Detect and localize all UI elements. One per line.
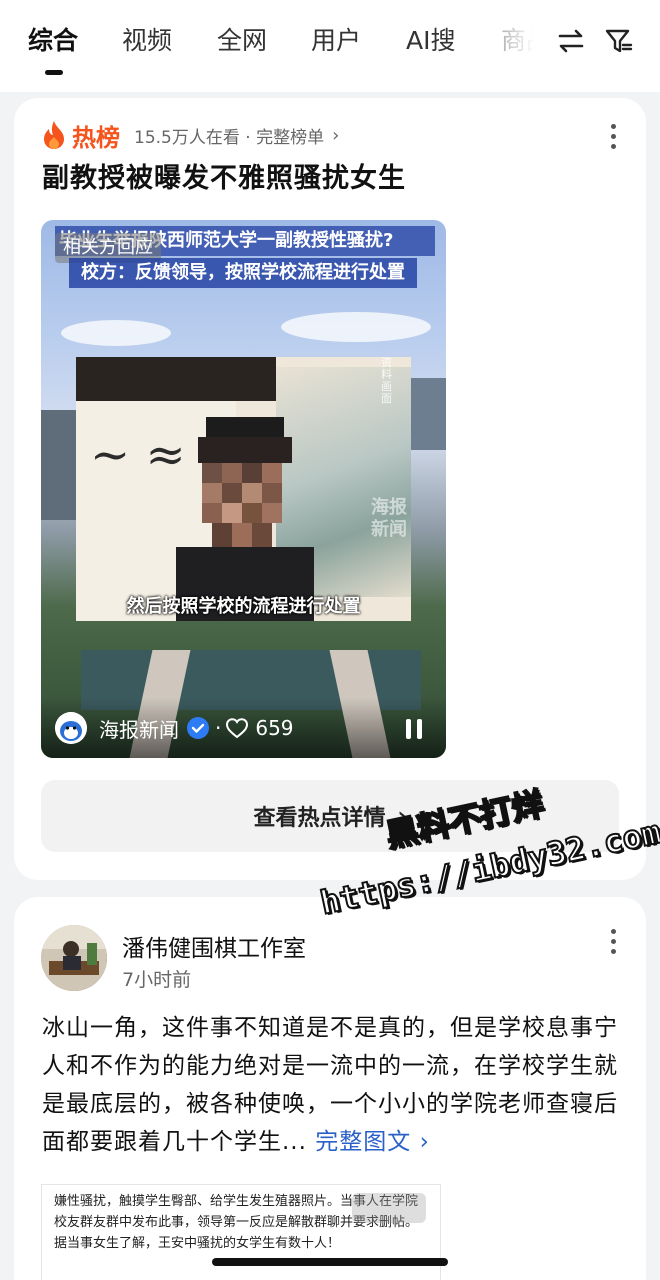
chevron-right-icon: › [419,1129,430,1155]
building [411,378,446,450]
heart-icon[interactable] [225,717,249,739]
like-count: 659 [255,716,294,740]
video-subtitle: 然后按照学校的流程进行处置 [126,596,361,617]
inset-watermark: 海报新闻 [371,497,407,540]
view-hot-details-button[interactable]: 查看热点详情 › [41,780,619,852]
calligraphy-glyphs: ~ ≈ [90,427,186,483]
full-article-label: 完整图文 [315,1129,412,1155]
tab-ai-search[interactable]: AI搜 [406,24,455,58]
flame-icon [44,121,64,149]
switch-arrows-icon[interactable] [556,26,586,56]
more-options-icon[interactable] [609,929,617,959]
more-options-icon[interactable] [609,124,617,154]
source-avatar[interactable] [55,712,87,744]
image-overlay-badge [352,1193,426,1223]
video-headline-line2: 校方：反馈领导，按照学校流程进行处置 [69,258,417,288]
source-name[interactable]: 海报新闻 [99,714,179,743]
video-source-row[interactable]: 海报新闻 · 659 [55,709,294,747]
video-thumbnail[interactable]: 毕业生举报陕西师范大学一副教授性骚扰? 相关方回应 校方：反馈领导，按照学校流程… [41,220,446,758]
full-article-link[interactable]: 完整图文 › [315,1129,430,1155]
blurred-person-image [176,417,314,621]
separator-dot: · [215,716,222,740]
hot-list-header[interactable]: 热榜 15.5万人在看 · 完整榜单 › [42,118,339,152]
cloud [281,312,431,342]
active-tab-indicator [45,70,63,75]
post-text[interactable]: 冰山一角，这件事不知道是不是真的，但是学校息事宁人和不作为的能力绝对是一流中的一… [42,1009,622,1161]
tab-users[interactable]: 用户 [311,24,361,58]
view-hot-details-label: 查看热点详情 [253,806,386,831]
post-card[interactable]: 潘伟健围棋工作室 7小时前 冰山一角，这件事不知道是不是真的，但是学校息事宁人和… [14,897,646,1280]
video-inset-frame: ~ ≈ 资料画面 海报新闻 [76,357,411,621]
picture-frame [76,357,276,401]
archive-footage-label: 资料画面 [381,357,392,405]
hot-headline[interactable]: 副教授被曝发不雅照骚扰女生 [42,160,406,198]
hot-list-badge: 热榜 [72,123,120,152]
chevron-right-icon: › [332,124,340,146]
verified-icon [187,717,209,739]
tab-comprehensive[interactable]: 综合 [28,24,78,58]
home-indicator[interactable] [212,1258,448,1266]
tab-web[interactable]: 全网 [217,24,267,58]
cloud [61,320,171,346]
chevron-right-icon: › [397,803,407,829]
viewer-count: 15.5万人在看 · 完整榜单 [134,127,325,148]
author-name[interactable]: 潘伟健围棋工作室 [122,929,306,963]
search-tab-bar: 综合 视频 全网 用户 AI搜 商品 [0,0,660,92]
pause-icon[interactable] [406,719,424,739]
author-avatar-image [41,925,107,991]
hot-topic-card[interactable]: 热榜 15.5万人在看 · 完整榜单 › 副教授被曝发不雅照骚扰女生 毕业生举报… [14,98,646,880]
tab-video[interactable]: 视频 [122,24,172,58]
building [41,410,79,520]
seal-logo-icon [55,712,87,744]
filter-icon[interactable] [604,26,634,56]
post-timestamp: 7小时前 [122,969,192,991]
avatar[interactable] [41,925,107,991]
